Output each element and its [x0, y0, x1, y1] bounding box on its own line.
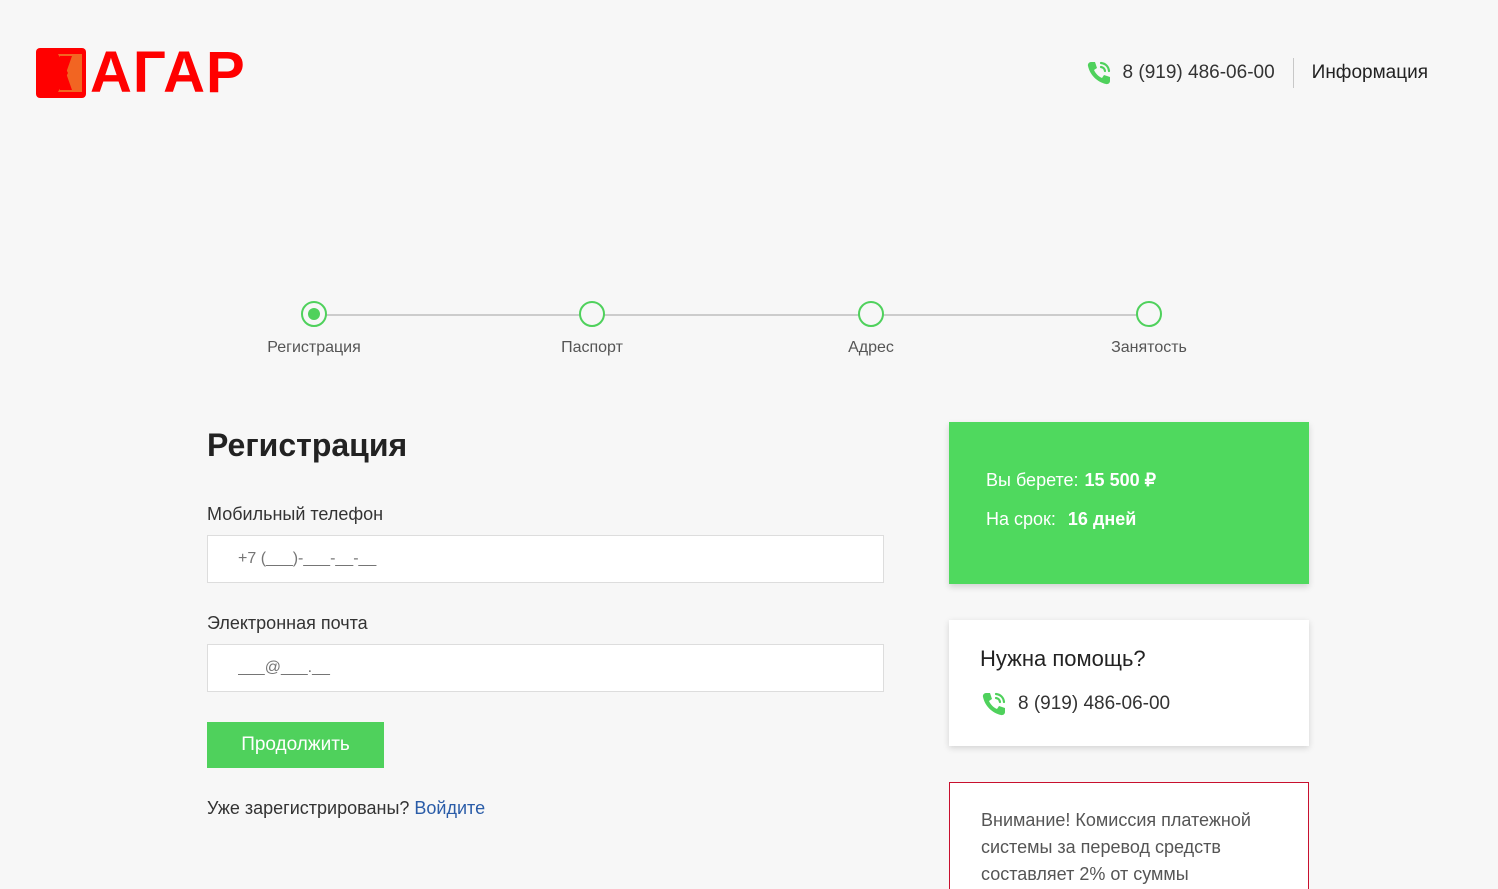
header-contacts: 8 (919) 486-06-00 Информация	[1085, 58, 1428, 88]
amount-row: Вы берете: 15 500 ₽	[986, 470, 1309, 490]
login-prompt-line: Уже зарегистрированы? Войдите	[207, 798, 884, 819]
amount-value: 15 500 ₽	[1084, 470, 1157, 490]
email-input[interactable]	[207, 644, 884, 692]
header-divider	[1292, 58, 1294, 88]
step-circle	[858, 301, 884, 327]
step-circle	[1136, 301, 1162, 327]
commission-warning: Внимание! Комиссия платежной системы за …	[949, 782, 1309, 889]
login-prompt: Уже зарегистрированы?	[207, 798, 410, 818]
step-circle	[579, 301, 605, 327]
info-link[interactable]: Информация	[1312, 62, 1428, 84]
help-phone-row: 8 (919) 486-06-00	[980, 690, 1309, 718]
term-row: На срок: 16 дней	[986, 509, 1309, 529]
header-phone[interactable]: 8 (919) 486-06-00	[1123, 62, 1275, 84]
phone-icon	[982, 692, 1006, 716]
loan-summary: Вы берете: 15 500 ₽ На срок: 16 дней	[949, 422, 1309, 584]
phone-input[interactable]	[207, 535, 884, 583]
step-employment: Занятость	[1089, 300, 1209, 357]
step-address: Адрес	[811, 300, 931, 357]
step-circle-active	[301, 301, 327, 327]
term-value: 16 дней	[1067, 509, 1137, 529]
step-active-dot	[308, 308, 320, 320]
login-link[interactable]: Войдите	[414, 798, 485, 818]
form-title: Регистрация	[207, 427, 408, 463]
logo-text: АГАР	[90, 40, 246, 105]
continue-button[interactable]: Продолжить	[207, 722, 384, 768]
step-label: Занятость	[1111, 339, 1187, 356]
step-label: Паспорт	[561, 339, 623, 356]
phone-label: Мобильный телефон	[207, 504, 384, 524]
logo[interactable]: АГАР	[36, 40, 246, 105]
registration-form: Регистрация Мобильный телефон Электронна…	[207, 422, 884, 819]
term-label: На срок:	[986, 509, 1056, 529]
warning-text: Внимание! Комиссия платежной системы за …	[981, 810, 1251, 884]
help-card: Нужна помощь? 8 (919) 486-06-00	[949, 620, 1309, 746]
page: АГАР 8 (919) 486-06-00 Информация Регист…	[0, 0, 1498, 889]
email-label: Электронная почта	[207, 613, 368, 633]
steps-line	[314, 314, 1148, 316]
help-title: Нужна помощь?	[980, 646, 1146, 671]
step-label: Регистрация	[267, 339, 361, 356]
logo-icon	[36, 48, 86, 98]
step-passport: Паспорт	[532, 300, 652, 357]
help-phone[interactable]: 8 (919) 486-06-00	[1018, 693, 1170, 715]
amount-label: Вы берете:	[986, 470, 1079, 490]
step-registration: Регистрация	[254, 300, 374, 357]
step-label: Адрес	[848, 339, 894, 356]
progress-steps: Регистрация Паспорт Адрес Занятость	[254, 300, 1214, 360]
phone-icon	[1087, 61, 1110, 85]
